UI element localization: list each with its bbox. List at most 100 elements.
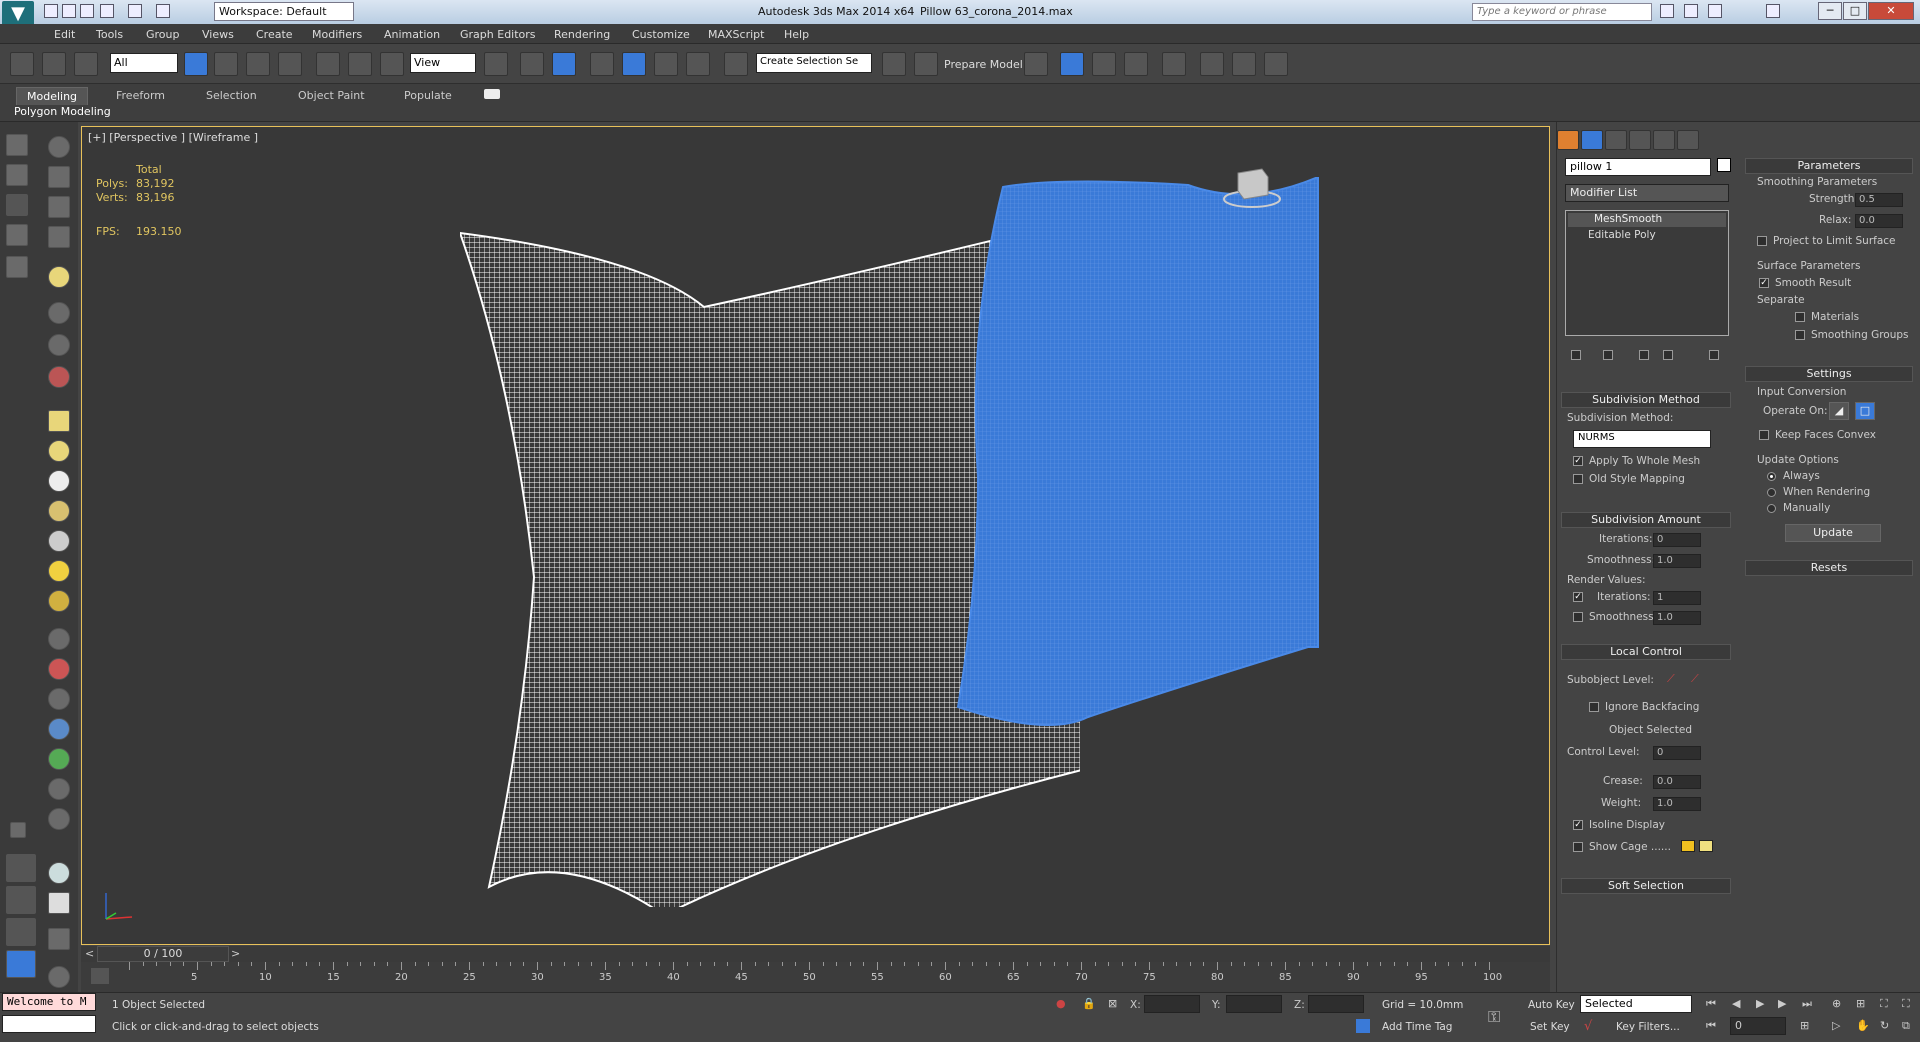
biped-icon[interactable] xyxy=(48,778,70,800)
tab-freeform[interactable]: Freeform xyxy=(106,87,175,104)
operate-on-polygons-button[interactable]: □ xyxy=(1855,402,1875,420)
maxscript-listener-input[interactable] xyxy=(2,1015,96,1033)
display-icon[interactable] xyxy=(6,256,28,278)
soft-selection-rollout[interactable]: Soft Selection xyxy=(1561,878,1731,894)
undo-icon[interactable] xyxy=(100,4,114,18)
star-icon[interactable] xyxy=(1708,4,1722,18)
modifier-list-dropdown[interactable]: Modifier List xyxy=(1565,184,1729,202)
absolute-mode-icon[interactable]: ⊠ xyxy=(1108,997,1117,1010)
control-level-spinner[interactable]: 0 xyxy=(1653,746,1701,760)
tab-modeling[interactable]: Modeling xyxy=(16,87,89,106)
cage-color-2-swatch[interactable] xyxy=(1699,840,1713,852)
menu-animation[interactable]: Animation xyxy=(384,28,440,41)
key-mode-toggle-icon[interactable]: ⏮ xyxy=(1706,1019,1716,1033)
render-iterations-checkbox[interactable]: ✓ xyxy=(1573,592,1583,602)
set-key-button[interactable]: Set Key xyxy=(1530,1021,1570,1033)
menu-views[interactable]: Views xyxy=(202,28,234,41)
modify-tab-icon[interactable] xyxy=(1581,130,1603,150)
polygon-modeling-panel[interactable]: Polygon Modeling xyxy=(14,105,111,118)
set-key-icon[interactable]: √ xyxy=(1584,1019,1592,1034)
schematic-view-icon[interactable] xyxy=(1124,52,1148,76)
key-mode-dropdown[interactable]: Selected xyxy=(1580,995,1692,1013)
pin-stack-icon[interactable] xyxy=(1571,350,1581,360)
new-file-icon[interactable] xyxy=(44,4,58,18)
smoothing-groups-checkbox[interactable] xyxy=(1795,330,1805,340)
zoom-extents-all-icon[interactable]: ⛶ xyxy=(1902,997,1910,1011)
strength-spinner[interactable]: 0.5 xyxy=(1855,193,1903,207)
select-manipulate-icon[interactable] xyxy=(520,52,544,76)
hair-icon[interactable] xyxy=(48,808,70,830)
move-icon[interactable] xyxy=(316,52,340,76)
subdivision-amount-rollout[interactable]: Subdivision Amount xyxy=(1561,512,1731,528)
hierarchy-tab-icon[interactable] xyxy=(1605,130,1627,150)
always-radio[interactable] xyxy=(1767,472,1776,481)
ignore-backfacing-checkbox[interactable] xyxy=(1589,702,1599,712)
current-frame-field[interactable]: 0 xyxy=(1730,1017,1786,1035)
viewport-layout-2-icon[interactable] xyxy=(6,886,36,914)
parameters-rollout[interactable]: Parameters xyxy=(1745,158,1913,174)
snaps-toggle-icon[interactable] xyxy=(590,52,614,76)
menu-group[interactable]: Group xyxy=(146,28,180,41)
blue-pillow-wireframe[interactable] xyxy=(942,177,1362,777)
sign-in-icon[interactable] xyxy=(1684,4,1698,18)
menu-modifiers[interactable]: Modifiers xyxy=(312,28,362,41)
rendered-frame-window-icon[interactable] xyxy=(1232,52,1256,76)
tab-selection[interactable]: Selection xyxy=(196,87,267,104)
select-icon[interactable] xyxy=(6,224,28,246)
help-circle-icon[interactable] xyxy=(48,966,70,988)
viewport-layout-4-icon[interactable] xyxy=(6,950,36,978)
create-plus-icon[interactable] xyxy=(6,194,28,216)
layer-icon[interactable] xyxy=(6,164,28,186)
maximize-button[interactable]: □ xyxy=(1843,2,1867,20)
zoom-extents-icon[interactable]: ⛶ xyxy=(1880,997,1888,1011)
operate-on-faces-button[interactable]: ◢ xyxy=(1829,402,1849,420)
project-limit-checkbox[interactable] xyxy=(1757,236,1767,246)
viewport-label[interactable]: [+] [Perspective ] [Wireframe ] xyxy=(88,131,258,144)
subdivision-method-dropdown[interactable]: NURMS xyxy=(1573,430,1711,448)
project-folder-icon[interactable] xyxy=(156,4,170,18)
key-filters-button[interactable]: Key Filters... xyxy=(1616,1021,1680,1033)
menu-graph-editors[interactable]: Graph Editors xyxy=(460,28,536,41)
render-iterations-spinner[interactable]: 1 xyxy=(1653,591,1701,605)
time-slider[interactable]: 0 / 100 xyxy=(97,946,229,962)
iterations-spinner[interactable]: 0 xyxy=(1653,533,1701,547)
auto-key-button[interactable]: Auto Key xyxy=(1528,999,1575,1011)
workspace-dropdown[interactable]: Workspace: Default xyxy=(214,2,354,21)
sphere-icon[interactable] xyxy=(48,470,70,492)
film-camera-icon[interactable] xyxy=(48,366,70,388)
grid-map-icon[interactable] xyxy=(48,892,70,914)
teapot-icon[interactable] xyxy=(48,590,70,612)
cone-icon[interactable] xyxy=(48,530,70,552)
timeline-ruler[interactable]: 5 10 15 20 25 30 35 40 45 50 55 60 65 70 75 80 85 90 95 100 xyxy=(129,962,1502,992)
light-bulb-icon[interactable] xyxy=(48,266,70,288)
menu-create[interactable]: Create xyxy=(256,28,293,41)
next-frame-button-icon[interactable]: ▶ xyxy=(1778,997,1786,1010)
relax-spinner[interactable]: 0.0 xyxy=(1855,214,1903,228)
prepare-model-label[interactable]: Prepare Model xyxy=(944,58,1023,71)
select-object-icon[interactable] xyxy=(184,52,208,76)
z-coordinate-field[interactable] xyxy=(1308,995,1364,1013)
turntable-icon[interactable] xyxy=(48,334,70,356)
isoline-display-checkbox[interactable]: ✓ xyxy=(1573,820,1583,830)
menu-maxscript[interactable]: MAXScript xyxy=(708,28,764,41)
go-to-end-icon[interactable]: ⏭ xyxy=(1802,997,1812,1011)
motion-tab-icon[interactable] xyxy=(1629,130,1651,150)
infocenter-icon[interactable] xyxy=(1660,4,1674,18)
minimize-button[interactable]: ─ xyxy=(1818,2,1842,20)
configure-sets-icon[interactable] xyxy=(1709,350,1719,360)
weight-spinner[interactable]: 1.0 xyxy=(1653,797,1701,811)
help-search-input[interactable]: Type a keyword or phrase xyxy=(1472,3,1652,21)
unlink-icon[interactable] xyxy=(42,52,66,76)
render-setup-icon[interactable] xyxy=(1200,52,1224,76)
remove-modifier-icon[interactable] xyxy=(1663,350,1673,360)
time-slider-track[interactable]: < 0 / 100 > xyxy=(81,946,1550,962)
tab-object-paint[interactable]: Object Paint xyxy=(288,87,375,104)
crease-spinner[interactable]: 0.0 xyxy=(1653,775,1701,789)
utilities-tab-icon[interactable] xyxy=(1677,130,1699,150)
named-selection-dropdown[interactable]: Create Selection Se xyxy=(756,53,872,73)
align-icon[interactable] xyxy=(914,52,938,76)
selection-filter-dropdown[interactable]: All xyxy=(110,53,178,73)
next-frame-icon[interactable]: > xyxy=(231,947,240,960)
show-cage-checkbox[interactable] xyxy=(1573,842,1583,852)
redo-icon[interactable] xyxy=(128,4,142,18)
